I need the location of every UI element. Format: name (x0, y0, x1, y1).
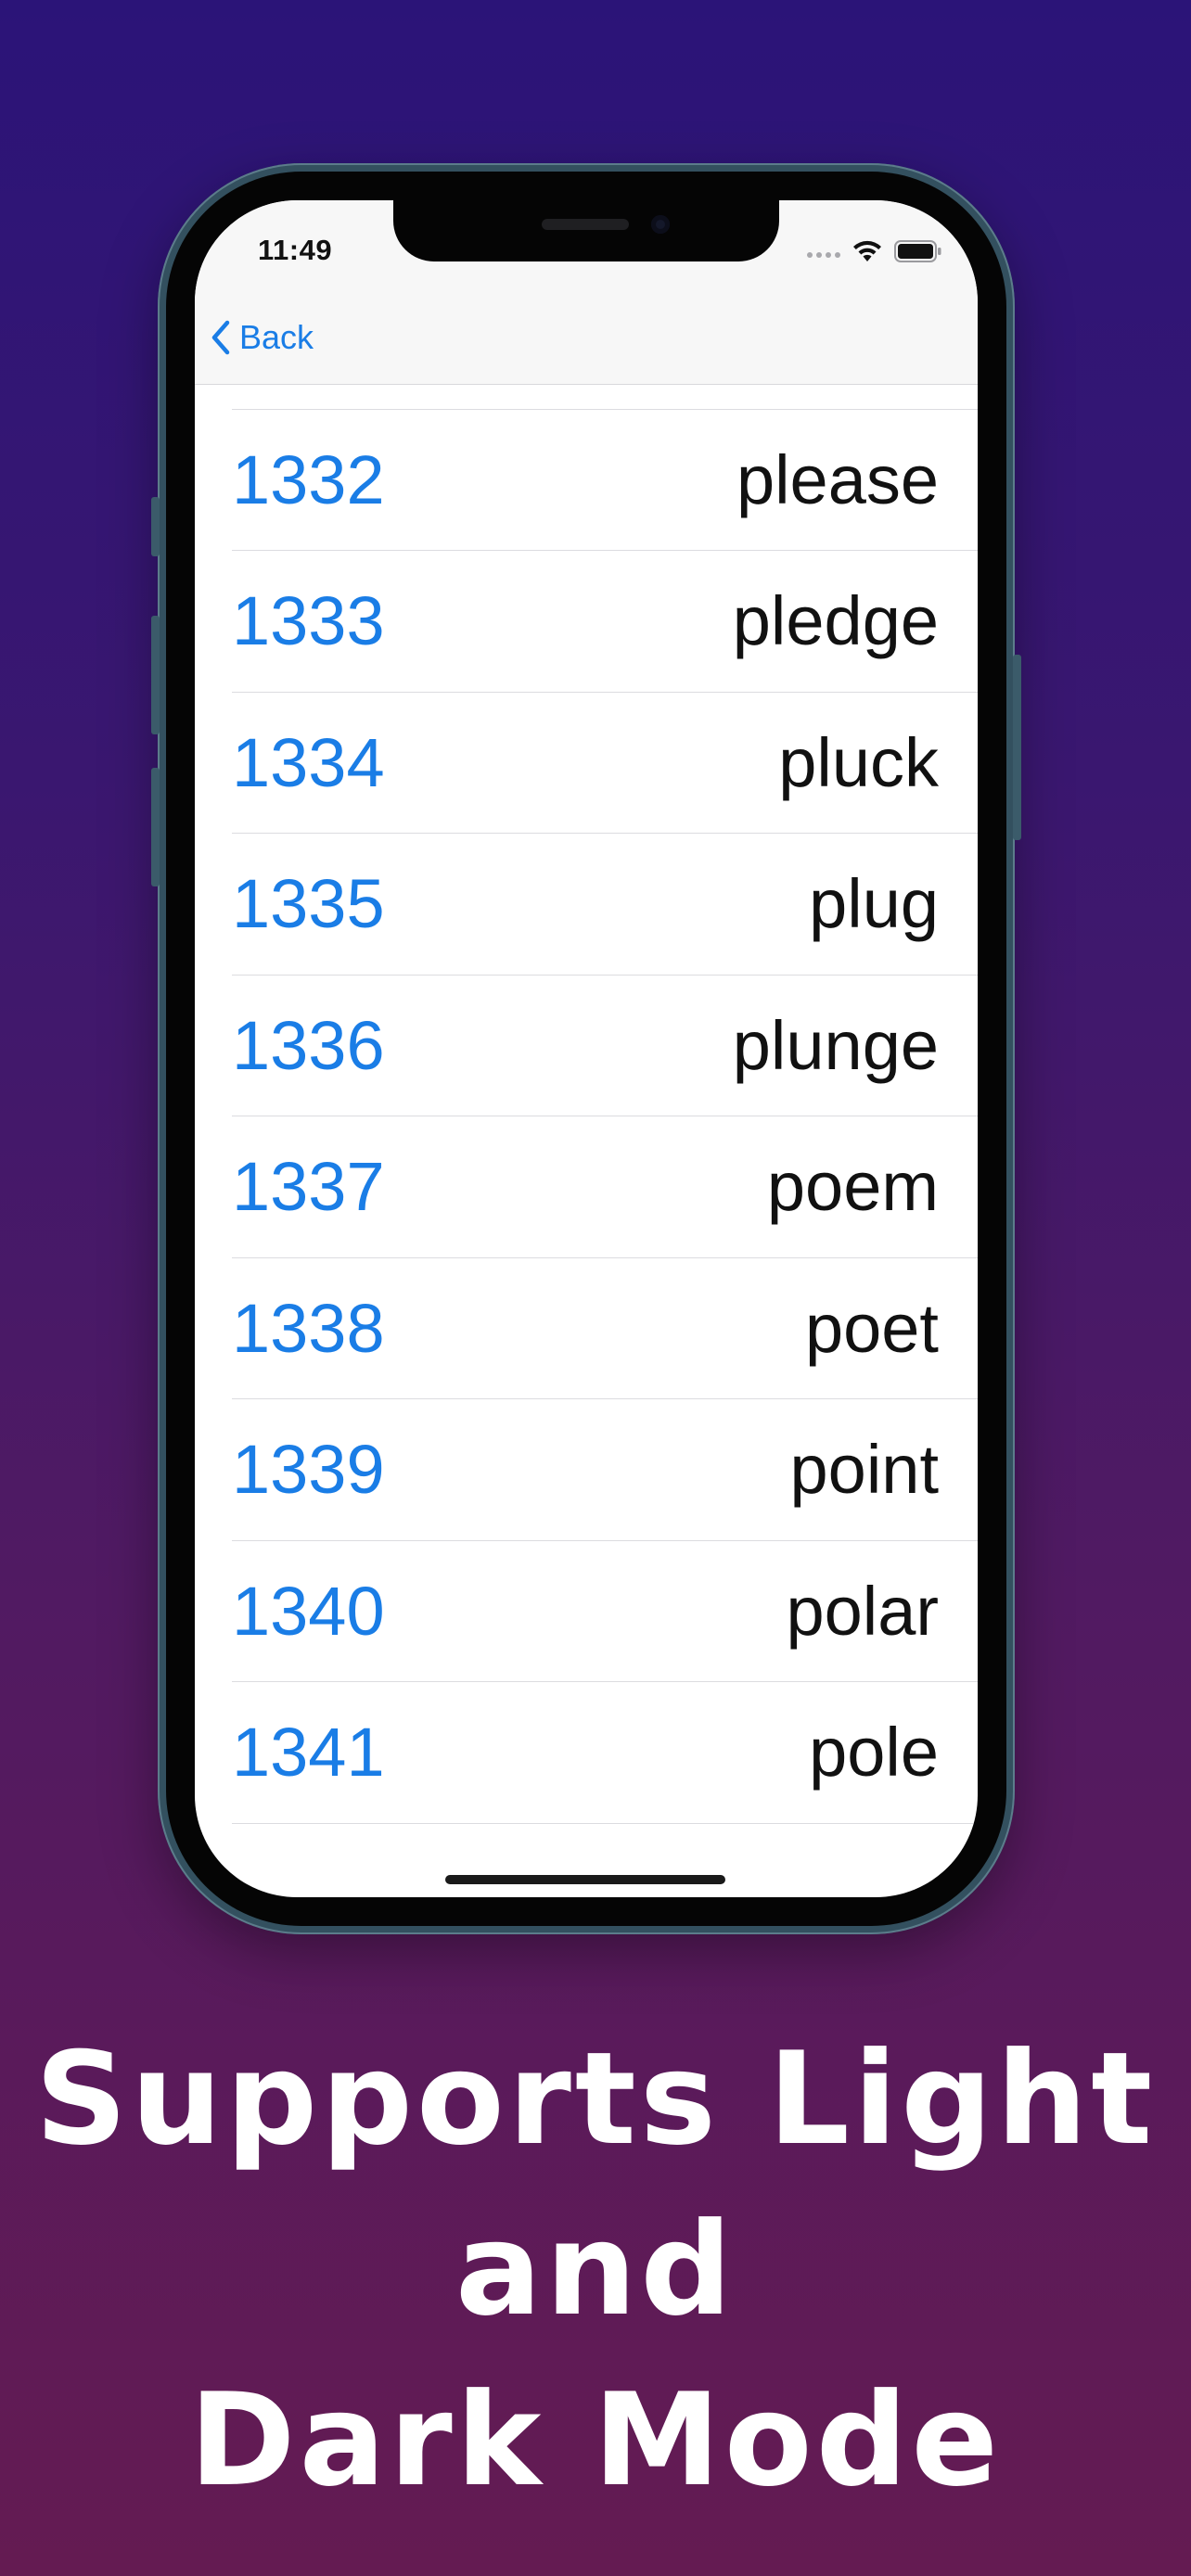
back-button[interactable]: Back (210, 315, 314, 360)
item-number: 1333 (232, 582, 385, 659)
chevron-left-icon (211, 320, 230, 355)
home-indicator[interactable] (445, 1875, 725, 1884)
cellular-dots-icon (807, 245, 840, 258)
item-number: 1339 (232, 1431, 385, 1508)
list-item[interactable]: 1335 plug (232, 834, 978, 976)
item-word: point (789, 1431, 939, 1508)
list-item[interactable]: 1334 pluck (232, 693, 978, 834)
marketing-caption: Supports Light and Dark Mode (0, 2014, 1191, 2526)
list-item[interactable]: 1337 poem (232, 1116, 978, 1258)
item-number: 1335 (232, 865, 385, 942)
item-word: polar (786, 1572, 939, 1650)
list-item[interactable]: 1340 polar (232, 1541, 978, 1682)
item-number: 1340 (232, 1572, 385, 1650)
item-word: plunge (732, 1006, 939, 1084)
item-number: 1337 (232, 1148, 385, 1225)
power-button (1013, 655, 1021, 840)
front-camera (651, 215, 670, 234)
caption-line: and (455, 2195, 736, 2344)
item-word: please (736, 440, 939, 518)
status-time: 11:49 (258, 234, 333, 266)
item-word: plug (809, 865, 939, 942)
list-item[interactable]: 1339 point (232, 1399, 978, 1541)
word-list[interactable]: 1331 play 1332 please 1333 pledge 1334 p… (195, 268, 978, 1824)
caption-line: Supports Light (34, 2024, 1157, 2174)
volume-down-button (151, 768, 160, 886)
item-number: 1338 (232, 1289, 385, 1367)
item-word: poem (766, 1148, 939, 1225)
back-label: Back (239, 318, 314, 356)
list-item[interactable]: 1336 plunge (232, 976, 978, 1116)
phone-screen: 11:49 Back 1331 play (195, 200, 978, 1897)
battery-icon (894, 240, 941, 262)
list-item[interactable]: 1338 poet (232, 1258, 978, 1399)
caption-line: Dark Mode (188, 2366, 1003, 2515)
notch (393, 200, 779, 261)
status-icons (807, 237, 942, 265)
list-item[interactable]: 1341 pole (232, 1682, 978, 1824)
item-number: 1332 (232, 440, 385, 518)
item-word: pole (809, 1714, 939, 1791)
list-item[interactable]: 1332 please (232, 410, 978, 551)
item-word: poet (804, 1289, 939, 1367)
speaker-grille (542, 219, 629, 230)
item-number: 1336 (232, 1006, 385, 1084)
volume-up-button (151, 616, 160, 734)
item-word: pluck (778, 723, 939, 801)
item-word: pledge (732, 582, 939, 659)
list-item[interactable]: 1333 pledge (232, 551, 978, 693)
item-number: 1334 (232, 723, 385, 801)
item-number: 1341 (232, 1714, 385, 1791)
silent-switch (151, 497, 160, 556)
wifi-icon (853, 240, 881, 261)
